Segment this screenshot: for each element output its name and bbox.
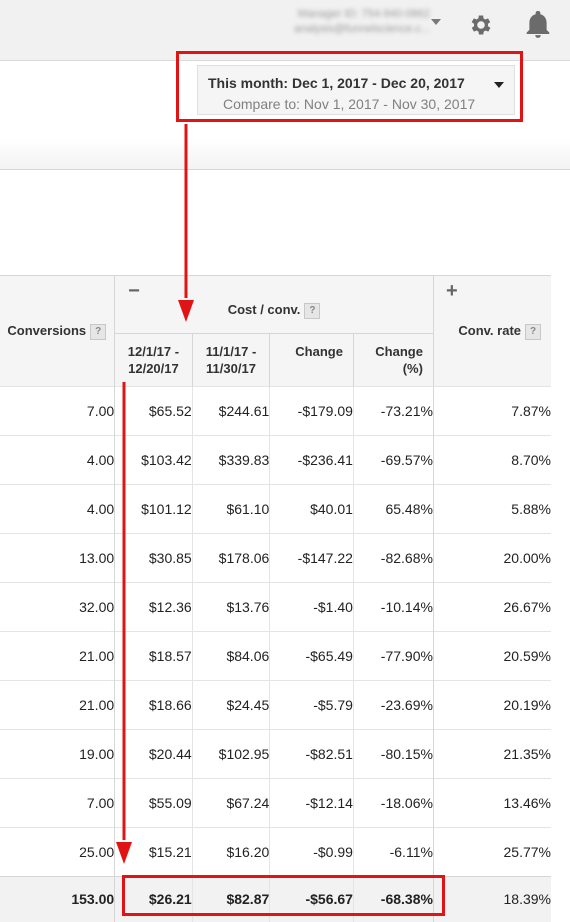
conversions-cell: 21.00 (0, 680, 116, 730)
change-cell: -$65.49 (269, 631, 354, 681)
change-cell: -$179.09 (269, 386, 354, 436)
change-cell: -$12.14 (269, 778, 354, 828)
cost-previous-cell: $16.20 (192, 827, 271, 877)
cost-current-cell: $18.57 (114, 631, 193, 681)
conv-rate-cell: 20.19% (433, 680, 551, 730)
stats-table: Conversions? − Cost / conv.? + Conv. rat… (0, 275, 551, 922)
highlight-box-total (122, 875, 445, 916)
table-row: 25.00 $15.21 $16.20 -$0.99 -6.11% 25.77% (0, 827, 551, 877)
caret-down-icon[interactable] (431, 19, 441, 25)
table-row: 7.00 $55.09 $67.24 -$12.14 -18.06% 13.46% (0, 778, 551, 828)
table-row: 7.00 $65.52 $244.61 -$179.09 -73.21% 7.87% (0, 386, 551, 436)
cost-current-cell: $15.21 (114, 827, 193, 877)
table-body: 7.00 $65.52 $244.61 -$179.09 -73.21% 7.87% 4.0… (0, 386, 551, 922)
cost-previous-cell: $61.10 (192, 484, 271, 534)
cost-current-cell: $103.42 (114, 435, 193, 485)
cost-current-cell: $65.52 (114, 386, 193, 436)
table-row: 4.00 $103.42 $339.83 -$236.41 -69.57% 8.70% (0, 435, 551, 485)
cost-current-cell: $12.36 (114, 582, 193, 632)
account-email: analysis@funnelscience.c... (294, 23, 430, 35)
conv-rate-cell: 20.59% (433, 631, 551, 681)
conversions-cell: 25.00 (0, 827, 116, 877)
conversions-cell: 153.00 (0, 876, 116, 922)
table-row: 4.00 $101.12 $61.10 $40.01 65.48% 5.88% (0, 484, 551, 534)
col-group-cost-per-conv: − Cost / conv.? (114, 275, 434, 334)
change-pct-cell: -6.11% (353, 827, 434, 877)
header-row-groups: Conversions? − Cost / conv.? + Conv. rat… (0, 275, 551, 387)
conv-rate-cell: 26.67% (433, 582, 551, 632)
conversions-cell: 13.00 (0, 533, 116, 583)
cost-current-cell: $101.12 (114, 484, 193, 534)
cost-previous-cell: $244.61 (192, 386, 271, 436)
cost-previous-cell: $84.06 (192, 631, 271, 681)
col-header-change[interactable]: Change (269, 333, 354, 387)
change-cell: -$1.40 (269, 582, 354, 632)
conv-rate-cell: 21.35% (433, 729, 551, 779)
change-pct-cell: 65.48% (353, 484, 434, 534)
conv-rate-cell: 8.70% (433, 435, 551, 485)
change-pct-cell: -77.90% (353, 631, 434, 681)
conversions-cell: 21.00 (0, 631, 116, 681)
table-row: 32.00 $12.36 $13.76 -$1.40 -10.14% 26.67% (0, 582, 551, 632)
bell-icon[interactable] (525, 11, 551, 39)
col-header-conversions[interactable]: Conversions? (0, 275, 116, 387)
col-header-current-period[interactable]: 12/1/17 -12/20/17 (114, 333, 193, 387)
col-header-previous-period[interactable]: 11/1/17 -11/30/17 (192, 333, 271, 387)
cost-per-conv-title[interactable]: Cost / conv. (228, 302, 301, 317)
change-cell: -$0.99 (269, 827, 354, 877)
cost-previous-cell: $102.95 (192, 729, 271, 779)
change-cell: $40.01 (269, 484, 354, 534)
cost-current-cell: $55.09 (114, 778, 193, 828)
highlight-box-date-range (176, 51, 523, 122)
table-row: 13.00 $30.85 $178.06 -$147.22 -82.68% 20.00% (0, 533, 551, 583)
help-icon[interactable]: ? (304, 303, 321, 319)
conversions-cell: 7.00 (0, 778, 116, 828)
cost-previous-cell: $67.24 (192, 778, 271, 828)
cost-current-cell: $18.66 (114, 680, 193, 730)
table-row: 19.00 $20.44 $102.95 -$82.51 -80.15% 21.35% (0, 729, 551, 779)
cost-previous-cell: $339.83 (192, 435, 271, 485)
change-pct-cell: -18.06% (353, 778, 434, 828)
change-cell: -$236.41 (269, 435, 354, 485)
divider-shade (0, 139, 570, 169)
cost-current-cell: $20.44 (114, 729, 193, 779)
help-icon[interactable]: ? (525, 323, 541, 340)
conversions-cell: 4.00 (0, 435, 116, 485)
change-pct-cell: -69.57% (353, 435, 434, 485)
change-cell: -$5.79 (269, 680, 354, 730)
help-icon[interactable]: ? (90, 323, 107, 340)
change-cell: -$147.22 (269, 533, 354, 583)
col-header-conv-rate[interactable]: + Conv. rate? (433, 275, 551, 387)
conv-rate-cell: 20.00% (433, 533, 551, 583)
conv-rate-cell: 25.77% (433, 827, 551, 877)
conv-rate-cell: 18.39% (433, 876, 551, 922)
change-pct-cell: -80.15% (353, 729, 434, 779)
conversions-cell: 4.00 (0, 484, 116, 534)
change-cell: -$82.51 (269, 729, 354, 779)
cost-current-cell: $30.85 (114, 533, 193, 583)
conversions-cell: 7.00 (0, 386, 116, 436)
cost-previous-cell: $24.45 (192, 680, 271, 730)
gear-icon[interactable] (468, 12, 494, 38)
cost-previous-cell: $178.06 (192, 533, 271, 583)
change-pct-cell: -82.68% (353, 533, 434, 583)
manager-id: Manager ID: 754-940-0862 (297, 8, 430, 20)
change-pct-cell: -10.14% (353, 582, 434, 632)
cost-previous-cell: $13.76 (192, 582, 271, 632)
conversions-cell: 19.00 (0, 729, 116, 779)
col-header-change-pct[interactable]: Change (%) (353, 333, 434, 387)
account-info[interactable]: Manager ID: 754-940-0862 analysis@funnel… (294, 7, 430, 37)
change-pct-cell: -23.69% (353, 680, 434, 730)
conv-rate-cell: 13.46% (433, 778, 551, 828)
conversions-cell: 32.00 (0, 582, 116, 632)
table-row: 21.00 $18.66 $24.45 -$5.79 -23.69% 20.19% (0, 680, 551, 730)
expand-icon[interactable]: + (446, 280, 458, 303)
table-row: 21.00 $18.57 $84.06 -$65.49 -77.90% 20.59% (0, 631, 551, 681)
collapse-icon[interactable]: − (128, 280, 140, 303)
change-pct-cell: -73.21% (353, 386, 434, 436)
conv-rate-cell: 5.88% (433, 484, 551, 534)
conv-rate-cell: 7.87% (433, 386, 551, 436)
